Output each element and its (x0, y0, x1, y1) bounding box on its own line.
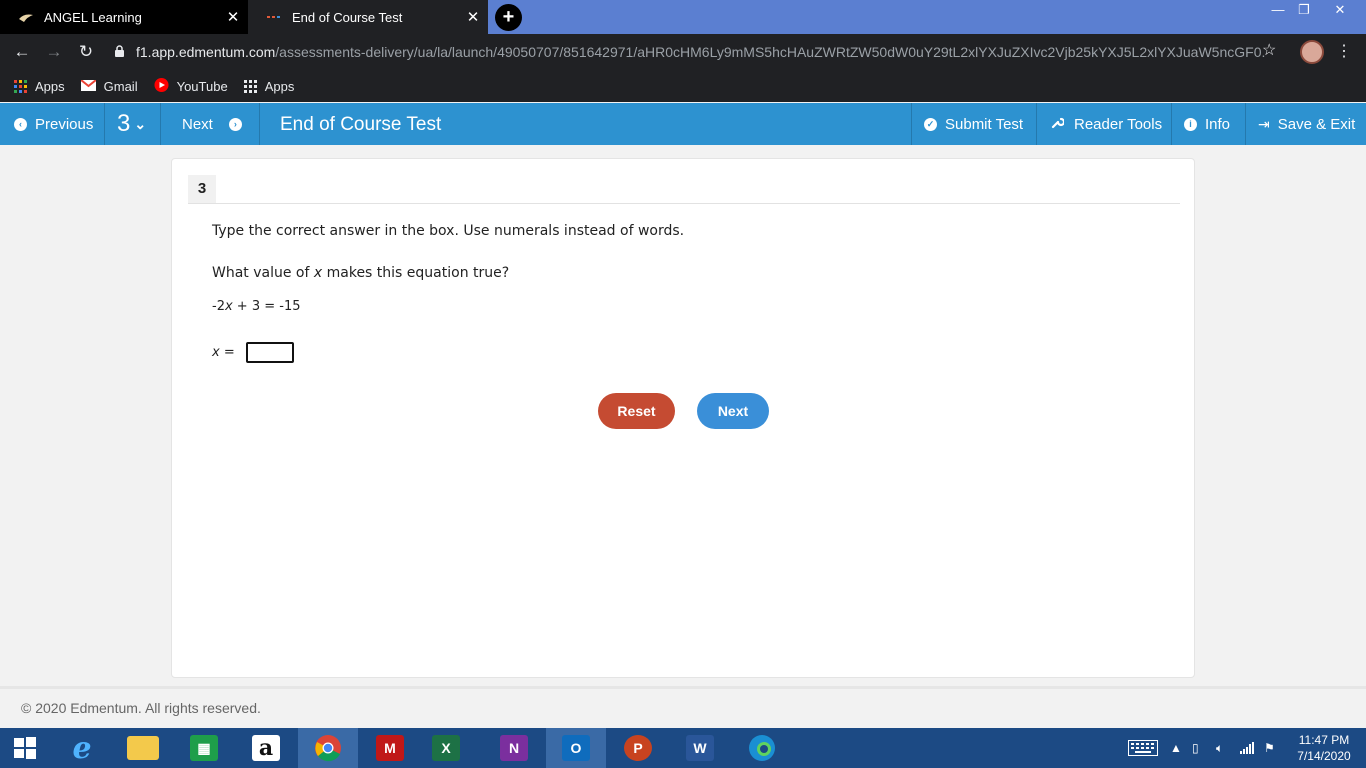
tab-close-icon[interactable]: ✕ (218, 8, 248, 26)
bookmark-gmail[interactable]: Gmail (80, 78, 138, 94)
battery-icon[interactable]: ▯ (1192, 728, 1199, 768)
profile-avatar[interactable] (1300, 40, 1324, 64)
reader-tools-button[interactable]: Reader Tools (1037, 103, 1172, 145)
onenote-icon[interactable]: N (484, 728, 544, 768)
next-button[interactable]: Next (697, 393, 769, 429)
bookmark-apps[interactable]: Apps (14, 79, 65, 94)
action-center-flag-icon[interactable]: ⚑ (1264, 728, 1275, 768)
question-instruction: Type the correct answer in the box. Use … (212, 223, 685, 239)
assessment-toolbar: ‹ Previous 3 ⌄ Next › End of Course Test… (0, 103, 1366, 145)
lock-icon (114, 45, 128, 59)
excel-icon[interactable]: X (416, 728, 476, 768)
info-button[interactable]: i Info (1172, 103, 1246, 145)
divider (188, 203, 1180, 204)
angel-favicon-icon (18, 9, 34, 25)
previous-button[interactable]: ‹ Previous (0, 103, 105, 145)
sign-out-icon: ⇥ (1258, 115, 1270, 132)
internet-explorer-icon[interactable]: e (52, 728, 112, 768)
footer: © 2020 Edmentum. All rights reserved. (0, 686, 1366, 728)
browser-menu-icon[interactable]: ⋮ (1336, 40, 1352, 64)
browser-tab-strip: ANGEL Learning ✕ End of Course Test ✕ + … (0, 0, 1366, 34)
question-selector[interactable]: 3 ⌄ (105, 103, 161, 145)
wrench-icon (1051, 116, 1066, 132)
minimize-icon[interactable]: — (1264, 0, 1292, 22)
equation: -2x + 3 = -15 (212, 299, 301, 314)
gmail-icon (80, 78, 97, 94)
bookmark-apps-2[interactable]: Apps (243, 79, 294, 94)
powerpoint-icon[interactable]: P (608, 728, 668, 768)
reload-icon[interactable]: ↻ (74, 40, 98, 64)
save-exit-button[interactable]: ⇥ Save & Exit (1246, 103, 1366, 145)
submit-test-button[interactable]: ✓ Submit Test (911, 103, 1037, 145)
windows-taskbar: e ▦ a M X N O P W ▲ ▯ 🔈︎ ⚑ 11:47 PM 7/14… (0, 728, 1366, 768)
system-clock[interactable]: 11:47 PM 7/14/2020 (1296, 732, 1352, 764)
chrome-icon[interactable] (298, 728, 358, 768)
check-circle-icon: ✓ (924, 117, 937, 131)
chevron-down-icon: ⌄ (134, 115, 147, 132)
reset-button[interactable]: Reset (598, 393, 675, 429)
word-icon[interactable]: W (670, 728, 730, 768)
bookmark-star-icon[interactable]: ☆ (1262, 40, 1276, 60)
restore-icon[interactable]: ❐ (1290, 0, 1318, 22)
show-hidden-icons-icon[interactable]: ▲ (1170, 728, 1182, 768)
window-close-icon[interactable]: ✕ (1326, 0, 1354, 22)
toolbar-next-button[interactable]: Next › (161, 103, 260, 145)
keyboard-icon[interactable] (1128, 728, 1158, 768)
mcafee-icon[interactable]: M (360, 728, 420, 768)
tab-close-icon[interactable]: ✕ (458, 8, 488, 26)
url-text: f1.app.edmentum.com/assessments-delivery… (136, 44, 1266, 60)
apps-grid-icon (14, 79, 27, 93)
answer-label: x = (212, 345, 235, 360)
edge-icon[interactable] (732, 728, 792, 768)
answer-input[interactable] (246, 342, 294, 363)
bookmarks-bar: Apps Gmail YouTube Apps (0, 70, 1366, 102)
volume-icon[interactable]: 🔈︎ (1216, 728, 1223, 768)
address-bar-row: ← → ↻ f1.app.edmentum.com/assessments-de… (0, 34, 1366, 70)
tab-title: End of Course Test (292, 9, 403, 25)
network-icon[interactable] (1240, 728, 1254, 768)
back-arrow-icon[interactable]: ← (10, 40, 34, 64)
file-explorer-icon[interactable] (113, 728, 173, 768)
tab-title: ANGEL Learning (44, 9, 142, 25)
arrow-right-circle-icon: › (228, 117, 242, 131)
question-card: 3 Type the correct answer in the box. Us… (171, 158, 1195, 678)
page-title: End of Course Test (280, 114, 442, 135)
url-bar[interactable]: f1.app.edmentum.com/assessments-delivery… (106, 38, 1290, 66)
arrow-left-circle-icon: ‹ (14, 117, 27, 131)
tab-end-of-course-test[interactable]: End of Course Test ✕ (248, 0, 488, 34)
youtube-icon (154, 77, 169, 95)
question-number: 3 (188, 175, 216, 203)
apps-grid-icon (243, 79, 257, 93)
edmentum-favicon-icon (266, 9, 282, 25)
bookmark-youtube[interactable]: YouTube (154, 77, 228, 95)
outlook-icon[interactable]: O (546, 728, 606, 768)
windows-start-icon[interactable] (0, 728, 50, 768)
question-prompt: What value of x makes this equation true… (212, 265, 510, 281)
forward-arrow-icon[interactable]: → (42, 40, 66, 64)
microsoft-store-icon[interactable]: ▦ (174, 728, 234, 768)
tab-angel-learning[interactable]: ANGEL Learning ✕ (0, 0, 248, 34)
info-icon: i (1184, 117, 1197, 131)
copyright-text: © 2020 Edmentum. All rights reserved. (21, 700, 261, 716)
amazon-icon[interactable]: a (236, 728, 296, 768)
new-tab-button[interactable]: + (495, 4, 522, 31)
